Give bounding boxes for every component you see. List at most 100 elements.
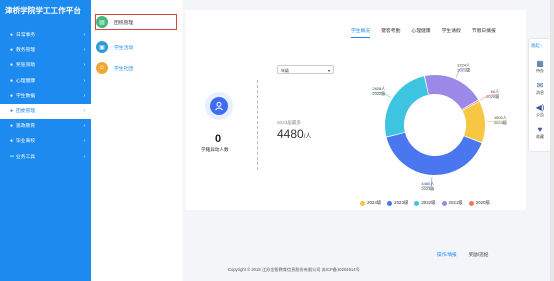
toolbar-item-label: 收藏 — [536, 134, 544, 139]
chevron-right-icon: › — [83, 153, 85, 160]
legend-label: 2021级 — [448, 200, 463, 205]
sidebar-item[interactable]: ● 心理健康 › — [0, 74, 91, 89]
sidebar-item-label: 日常事务 — [16, 33, 36, 38]
chevron-right-icon: › — [83, 123, 85, 130]
max-grade-unit: /人 — [303, 134, 312, 140]
tab[interactable]: 学生请假 — [442, 27, 461, 38]
max-grade-value: 4480/人 — [277, 127, 311, 141]
sidebar-menu: ● 日常事务 › ● 教务管理 › ● 奖惩资助 › ● 心理健康 › ● 学生数据 › ● 团委管理 › ● 思政教… — [0, 28, 91, 165]
toolbar-item[interactable]: ▦ 待办 — [529, 59, 551, 74]
collapse-label: 收起 — [531, 43, 540, 48]
sidebar-item[interactable]: ✂ 业务工具 › — [0, 150, 91, 165]
sidebar-item-label: 学生数据 — [16, 93, 36, 99]
donut-slice[interactable] — [424, 75, 479, 110]
heart-icon: ♥ — [537, 125, 543, 134]
submenu-item-label: 学生社团 — [114, 66, 134, 72]
max-grade-number: 4480 — [277, 127, 304, 141]
reward-discipline-link[interactable]: 奖励/违纪 — [469, 252, 489, 258]
sidebar-item-label: 毕业离校 — [16, 139, 36, 145]
sidebar-item-label: 团委管理 — [16, 108, 36, 114]
sidebar-item[interactable]: ● 日常事务 › — [0, 28, 91, 43]
footer-copyright: Copyright © 2018 江苏金智教育信息股份有限公司 苏ICP备102… — [228, 267, 360, 272]
grade-donut-chart: 1500人2024级4480人2023级2828人2022级2224人2021级… — [372, 62, 507, 191]
toolbar-item-label: 消息 — [536, 90, 544, 95]
dashboard-panel: 学生概况 键客考勤 心理健康 学生请假 节假日摘报 年级 ▾ 0 学籍异动人数 2023… — [185, 10, 526, 210]
abnormal-count: 0 — [215, 133, 222, 145]
chevron-right-icon: › — [83, 47, 85, 54]
sidebar-item-label: 心理健康 — [16, 78, 36, 84]
collapse-button[interactable]: 收起 › — [531, 43, 542, 49]
legend-dot — [468, 200, 474, 206]
legend-label: 2023级 — [394, 200, 409, 205]
sidebar-item[interactable]: ● 奖惩资助 › — [0, 58, 91, 73]
grade-select[interactable]: 年级 ▾ — [277, 65, 334, 74]
book-icon: ▤ — [96, 16, 108, 28]
monitor-icon: ▣ — [96, 41, 108, 53]
submenu-item-label: 团统管理 — [114, 20, 134, 26]
legend-dot — [387, 200, 393, 206]
toolbar-item[interactable]: ♥ 收藏 — [529, 125, 551, 140]
sidebar-item[interactable]: ● 毕业离校 › — [0, 134, 91, 149]
chevron-right-icon: › — [83, 107, 85, 114]
legend-item[interactable]: 2022级 — [414, 200, 436, 206]
legend-label: 2024级 — [367, 200, 382, 205]
legend-label: 2020级 — [475, 200, 490, 205]
max-grade-label: 2023届最多 — [277, 120, 302, 125]
callout-label: 2024级 — [494, 119, 507, 125]
sidebar-item-label: 教务管理 — [16, 48, 36, 54]
chevron-down-icon: ▾ — [327, 68, 330, 73]
divider — [257, 80, 258, 170]
right-toolbar: 收起 › ▦ 待办 ✉ 消息 ◀) 公告 ♥ 收藏 — [528, 38, 552, 152]
legend-item[interactable]: 2024级 — [360, 200, 381, 206]
user-avatar — [205, 92, 233, 120]
sidebar-item[interactable]: ● 教务管理 › — [0, 43, 91, 58]
calendar-icon: ▦ — [536, 59, 544, 68]
toolbar-item-label: 待办 — [536, 68, 544, 73]
chevron-right-icon: › — [83, 77, 85, 84]
operate-fill-link[interactable]: 操作/填报 — [437, 252, 457, 258]
sidebar-item[interactable]: ● 团委管理 › — [0, 103, 91, 120]
tab[interactable]: 学生概况 — [351, 27, 371, 38]
submenu-item[interactable]: ▤ 团统管理 — [95, 14, 177, 30]
sidebar: 津桥学院学工工作平台 ● 日常事务 › ● 教务管理 › ● 奖惩资助 › ● 心理健康 › ● 学生数据… — [0, 0, 91, 281]
sidebar-item[interactable]: ● 学生数据 › — [0, 89, 91, 104]
legend-dot — [360, 200, 365, 206]
tab[interactable]: 键客考勤 — [381, 27, 400, 38]
callout-label: 2020级 — [486, 93, 499, 99]
donut-slice[interactable] — [385, 76, 429, 137]
callout-label: 2021级 — [457, 66, 470, 72]
sidebar-item[interactable]: ● 思政教育 › — [0, 119, 91, 134]
speaker-icon: ◀) — [535, 103, 545, 112]
mail-icon: ✉ — [536, 81, 544, 90]
donut-slice[interactable] — [386, 132, 482, 175]
legend-label: 2022级 — [421, 200, 436, 205]
abnormal-count-label: 学籍异动人数 — [201, 147, 229, 152]
sidebar-item-label: 思政教育 — [16, 124, 36, 130]
submenu-panel: ▤ 团统管理 ▣ 学生活动 ☺ 学生社团 — [91, 0, 183, 281]
main-content: 学生概况 键客考勤 心理健康 学生请假 节假日摘报 年级 ▾ 0 学籍异动人数 2023… — [183, 0, 526, 281]
toolbar-item-label: 公告 — [536, 112, 544, 117]
app-title: 津桥学院学工工作平台 — [5, 6, 81, 15]
toolbar-item[interactable]: ✉ 消息 — [529, 81, 551, 96]
legend-dot — [414, 200, 420, 206]
user-icon — [210, 97, 228, 115]
submenu-item[interactable]: ☺ 学生社团 — [96, 61, 176, 75]
callout-label: 2022级 — [372, 90, 385, 96]
legend-item[interactable]: 2023级 — [387, 200, 408, 206]
tab[interactable]: 节假日摘报 — [472, 27, 496, 38]
sidebar-item-label: 奖惩资助 — [16, 63, 36, 69]
tab-bar: 学生概况 键客考勤 心理健康 学生请假 节假日摘报 — [351, 27, 496, 38]
submenu-item[interactable]: ▣ 学生活动 — [96, 40, 176, 54]
tab[interactable]: 心理健康 — [411, 27, 430, 38]
scrollbar[interactable] — [550, 0, 554, 281]
chevron-right-icon: › — [83, 138, 85, 145]
chevron-right-icon: › — [83, 32, 85, 38]
sidebar-item-label: 业务工具 — [16, 154, 36, 160]
callout-label: 2023级 — [421, 185, 434, 191]
face-icon: ☺ — [96, 62, 108, 74]
legend-item[interactable]: 2021级 — [441, 200, 463, 206]
chevron-right-icon: › — [83, 92, 85, 99]
legend-item[interactable]: 2020级 — [468, 200, 490, 206]
submenu-item-label: 学生活动 — [114, 45, 134, 51]
toolbar-item[interactable]: ◀) 公告 — [529, 103, 551, 118]
